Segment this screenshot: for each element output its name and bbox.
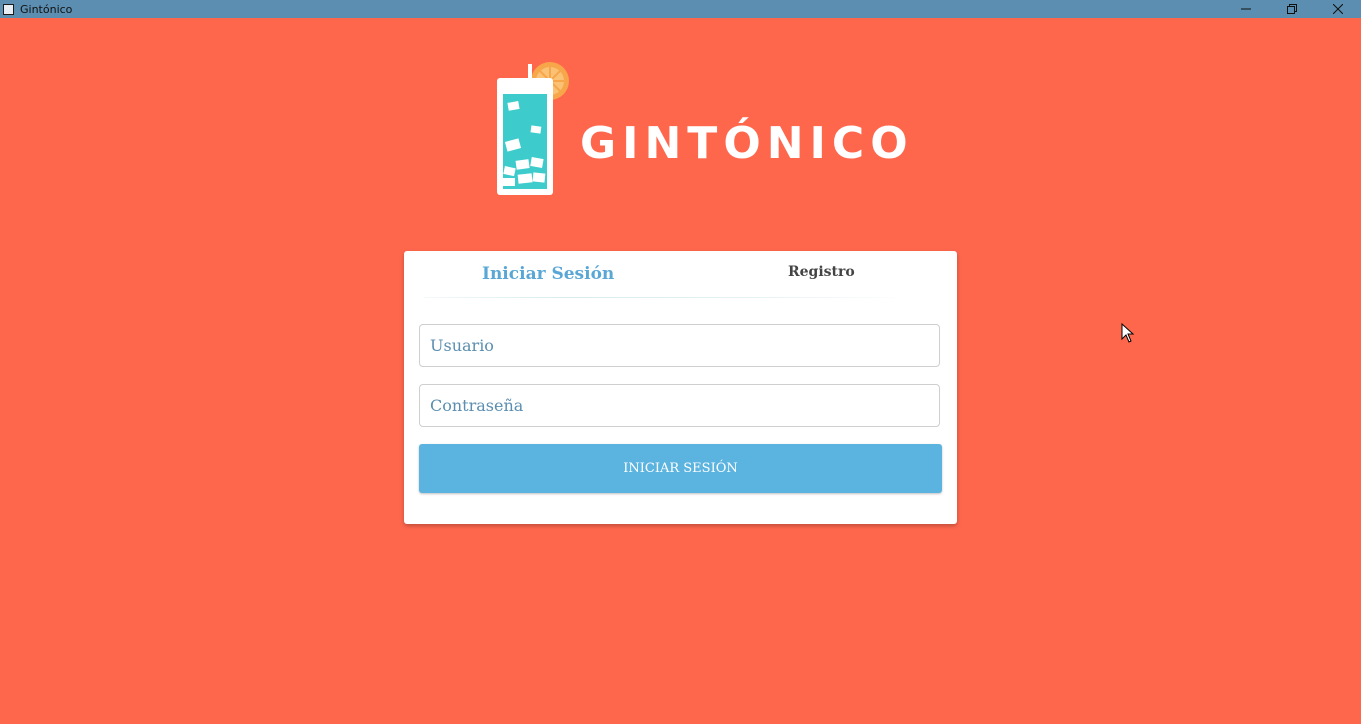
close-button[interactable] [1315,0,1361,18]
username-input[interactable] [419,324,940,367]
restore-icon [1287,4,1297,14]
minimize-icon [1241,8,1251,10]
restore-button[interactable] [1269,0,1315,18]
tab-register[interactable]: Registro [788,249,855,295]
minimize-button[interactable] [1223,0,1269,18]
close-icon [1333,4,1343,14]
window-titlebar: Gintónico [0,0,1361,18]
tab-divider [424,297,894,298]
mouse-cursor-icon [1121,323,1135,343]
login-button[interactable]: INICIAR SESIÓN [419,444,942,493]
login-card: Iniciar Sesión Registro INICIAR SESIÓN [404,251,957,524]
window-title: Gintónico [20,2,73,16]
app-icon [3,3,14,15]
brand-wordmark: GINTÓNICO [580,118,914,169]
tab-login[interactable]: Iniciar Sesión [482,251,614,297]
password-input[interactable] [419,384,940,427]
window-controls [1223,0,1361,18]
